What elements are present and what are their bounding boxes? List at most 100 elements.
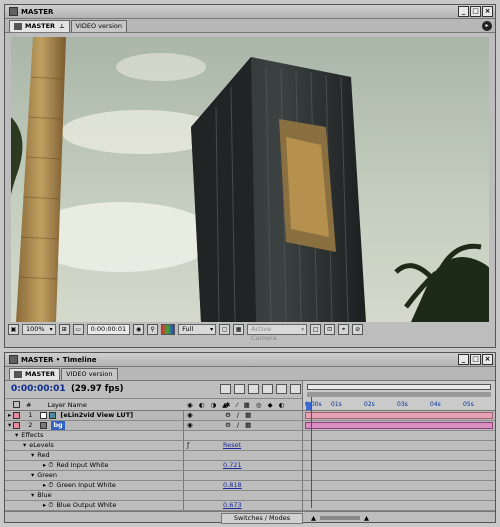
green-group-row[interactable]: ▾ Green bbox=[5, 471, 495, 481]
green-input-white-row[interactable]: ▸ ⏱ Green Input White 0.818 bbox=[5, 481, 495, 491]
fx-enable-icon[interactable]: ƒ bbox=[187, 441, 189, 450]
stopwatch-icon[interactable]: ⏱ bbox=[48, 461, 53, 470]
show-snapshot-icon[interactable]: ⚲ bbox=[147, 323, 159, 335]
red-input-white-row[interactable]: ▸ ⏱ Red Input White 0.721 bbox=[5, 461, 495, 471]
timeline-tabs: MASTER VIDEO version bbox=[5, 367, 495, 381]
video-switch-icon[interactable]: ◉ bbox=[187, 411, 193, 420]
current-time-display[interactable]: 0:00:00:01 bbox=[11, 384, 66, 394]
column-divider bbox=[183, 411, 184, 420]
collapse-triangle-icon[interactable]: ▾ bbox=[23, 441, 26, 450]
layer-bar[interactable] bbox=[305, 412, 493, 419]
snapshot-icon[interactable]: ◉ bbox=[133, 323, 145, 335]
close-button[interactable]: × bbox=[482, 6, 493, 17]
safe-zones-icon[interactable]: ⊞ bbox=[58, 323, 70, 335]
time-ruler[interactable]: 0:00s 01s 02s 03s 04s 05s bbox=[303, 381, 495, 410]
video-switch-icon[interactable]: ◉ bbox=[187, 421, 193, 430]
layer-row-2[interactable]: ▾ 2 bg ◉ ⚙ / ▦ bbox=[5, 421, 495, 431]
expand-triangle-icon[interactable]: ▸ bbox=[43, 501, 46, 510]
expand-triangle-icon[interactable]: ▸ bbox=[43, 461, 46, 470]
close-button[interactable]: × bbox=[482, 354, 493, 365]
label-color-swatch[interactable] bbox=[13, 422, 21, 429]
layer-row-1[interactable]: ▸ 1 [eLin2vid View LUT] ◉ ⚙ / ▦ bbox=[5, 411, 495, 421]
fx-switch-icons[interactable]: ⚙ / ▦ bbox=[225, 411, 253, 420]
tab-master[interactable]: MASTER ⊥ bbox=[9, 20, 70, 32]
layer-name[interactable]: [eLin2vid View LUT] bbox=[60, 411, 133, 420]
tab-close-icon[interactable]: ⊥ bbox=[59, 21, 64, 32]
timeline-window: MASTER • Timeline _ □ × MASTER VIDEO ver… bbox=[4, 352, 496, 524]
zoom-slider[interactable] bbox=[320, 516, 360, 520]
zoom-out-icon[interactable]: ▲ bbox=[311, 514, 316, 522]
column-divider bbox=[183, 461, 184, 470]
ruler-tick-label: 04s bbox=[430, 401, 441, 408]
current-time-field[interactable]: 0:00:00:01 bbox=[86, 323, 131, 335]
always-preview-icon[interactable]: ▣ bbox=[8, 323, 19, 335]
maximize-button[interactable]: □ bbox=[470, 6, 481, 17]
label-color-swatch[interactable] bbox=[13, 412, 21, 419]
panel-menu-icon[interactable]: ▸ bbox=[482, 21, 492, 31]
collapse-triangle-icon[interactable]: ▾ bbox=[31, 471, 34, 480]
expand-triangle-icon[interactable]: ▸ bbox=[43, 481, 46, 490]
tab-video-version[interactable]: VIDEO version bbox=[70, 20, 128, 32]
fx-switch-icons[interactable]: ⚙ / ▦ bbox=[225, 421, 253, 430]
current-time-indicator[interactable] bbox=[311, 397, 312, 508]
effect-row[interactable]: ▾ eLevels ƒ Reset bbox=[5, 441, 495, 451]
expand-triangle-icon[interactable]: ▸ bbox=[8, 411, 11, 420]
blue-output-white-value[interactable]: 0.673 bbox=[223, 501, 242, 510]
fast-previews-icon[interactable]: ⌖ bbox=[338, 323, 350, 335]
comp-mini-flowchart-icon[interactable] bbox=[220, 384, 231, 394]
stopwatch-icon[interactable]: ⏱ bbox=[48, 501, 53, 510]
minimize-button[interactable]: _ bbox=[458, 354, 469, 365]
collapse-triangle-icon[interactable]: ▾ bbox=[31, 491, 34, 500]
red-group-row[interactable]: ▾ Red bbox=[5, 451, 495, 461]
footage-image bbox=[11, 37, 489, 322]
channel-icon[interactable] bbox=[161, 323, 176, 335]
pixel-aspect-icon[interactable]: ⊡ bbox=[324, 323, 336, 335]
tab-master[interactable]: MASTER bbox=[9, 368, 61, 380]
maximize-button[interactable]: □ bbox=[470, 354, 481, 365]
collapse-triangle-icon[interactable]: ▾ bbox=[15, 431, 18, 440]
motion-blur-icon[interactable] bbox=[276, 384, 287, 394]
blue-group-row[interactable]: ▾ Blue bbox=[5, 491, 495, 501]
column-divider bbox=[183, 481, 184, 490]
zoom-dropdown[interactable]: 100% bbox=[22, 323, 56, 335]
frame-blending-icon[interactable] bbox=[262, 384, 273, 394]
column-divider bbox=[183, 441, 184, 450]
av-switch-icons: ◉ ◐ ◑ ▲ bbox=[187, 400, 230, 409]
view-layout-icon[interactable]: □ bbox=[310, 323, 322, 335]
red-group-label: Red bbox=[37, 451, 50, 459]
region-of-interest-icon[interactable]: ▢ bbox=[219, 323, 231, 335]
green-input-white-value[interactable]: 0.818 bbox=[223, 481, 242, 490]
column-layer-name[interactable]: Layer Name bbox=[47, 401, 86, 409]
time-navigator[interactable] bbox=[307, 392, 491, 397]
zoom-in-icon[interactable]: ▲ bbox=[364, 514, 369, 522]
reset-link[interactable]: Reset bbox=[223, 441, 241, 450]
layer-name[interactable]: bg bbox=[51, 421, 65, 430]
comp-viewer[interactable] bbox=[11, 37, 489, 322]
grid-icon[interactable]: ▭ bbox=[72, 323, 84, 335]
layer-bar[interactable] bbox=[305, 422, 493, 429]
collapse-triangle-icon[interactable]: ▾ bbox=[31, 451, 34, 460]
stopwatch-icon[interactable]: ⏱ bbox=[48, 481, 53, 490]
resolution-dropdown[interactable]: Full bbox=[178, 323, 217, 335]
red-input-white-value[interactable]: 0.721 bbox=[223, 461, 242, 470]
minimize-button[interactable]: _ bbox=[458, 6, 469, 17]
blue-output-white-row[interactable]: ▸ ⏱ Blue Output White 0.673 bbox=[5, 501, 495, 511]
property-label: Green Input White bbox=[56, 481, 116, 489]
tab-label: MASTER bbox=[25, 370, 56, 378]
column-divider bbox=[183, 471, 184, 480]
transparency-grid-icon[interactable]: ▦ bbox=[233, 323, 245, 335]
effects-row[interactable]: ▾ Effects bbox=[5, 431, 495, 441]
graph-editor-icon[interactable] bbox=[290, 384, 301, 394]
collapse-triangle-icon[interactable]: ▾ bbox=[8, 421, 11, 430]
live-update-icon[interactable] bbox=[234, 384, 245, 394]
solid-layer-icon bbox=[40, 412, 48, 419]
tab-video-version[interactable]: VIDEO version bbox=[61, 368, 118, 380]
camera-dropdown[interactable]: Active Camera bbox=[247, 323, 308, 342]
work-area-bar[interactable] bbox=[307, 384, 491, 390]
reset-exposure-icon[interactable]: ⊘ bbox=[352, 323, 364, 335]
layer-number: 2 bbox=[28, 421, 33, 429]
switches-modes-toggle[interactable]: Switches / Modes bbox=[221, 512, 303, 524]
draft-3d-icon[interactable] bbox=[248, 384, 259, 394]
property-label: Blue Output White bbox=[56, 501, 117, 509]
adjustment-layer-icon bbox=[49, 412, 57, 419]
